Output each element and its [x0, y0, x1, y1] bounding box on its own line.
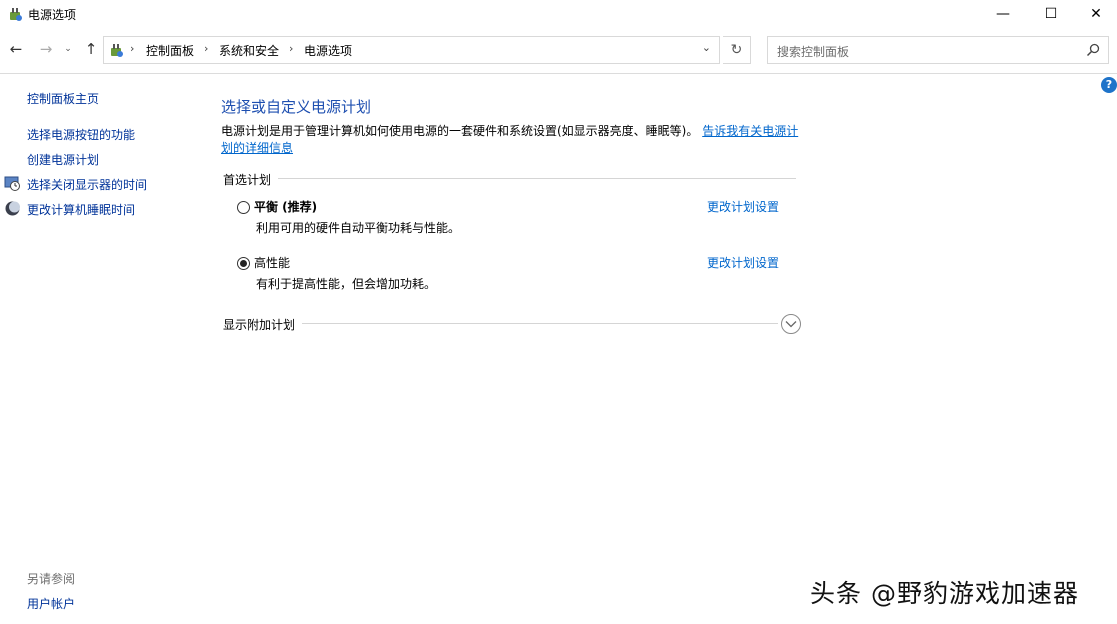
create-power-plan-link[interactable]: 创建电源计划	[27, 151, 99, 168]
breadcrumb-separator-icon: ›	[289, 42, 294, 55]
show-additional-plans-label[interactable]: 显示附加计划	[223, 316, 295, 333]
page-description: 电源计划是用于管理计算机如何使用电源的一套硬件和系统设置(如显示器亮度、睡眠等)…	[221, 123, 801, 157]
breadcrumb-separator-icon: ›	[204, 42, 209, 55]
help-button[interactable]: ?	[1101, 77, 1117, 93]
maximize-icon: ☐	[1044, 6, 1058, 22]
plan-balanced-change-settings-link[interactable]: 更改计划设置	[707, 198, 779, 215]
power-button-function-link[interactable]: 选择电源按钮的功能	[27, 126, 135, 143]
plan-high-performance-change-settings-link[interactable]: 更改计划设置	[707, 254, 779, 271]
plan-balanced-radio[interactable]	[237, 201, 250, 214]
address-dropdown-icon[interactable]: ⌄	[702, 41, 711, 54]
display-clock-icon	[4, 176, 20, 191]
window-title: 电源选项	[28, 8, 77, 22]
breadcrumb-separator-icon: ›	[130, 42, 135, 55]
search-box[interactable]: 搜索控制面板	[767, 36, 1109, 64]
toolbar-divider	[0, 73, 1117, 74]
up-button[interactable]: ↑	[81, 39, 101, 59]
description-text: 电源计划是用于管理计算机如何使用电源的一套硬件和系统设置(如显示器亮度、睡眠等)…	[221, 124, 699, 138]
preferred-plans-divider	[278, 178, 796, 179]
expand-additional-plans-button[interactable]	[781, 314, 801, 334]
watermark-text: 头条 @野豹游戏加速器	[810, 579, 1079, 608]
power-options-icon	[10, 8, 22, 21]
preferred-plans-label: 首选计划	[223, 173, 272, 187]
minimize-icon: —	[996, 6, 1010, 22]
see-also-heading: 另请参阅	[27, 572, 76, 586]
refresh-icon: ↻	[730, 42, 743, 58]
breadcrumb-power-options[interactable]: 电源选项	[304, 42, 352, 59]
close-icon: ✕	[1090, 6, 1102, 22]
plan-high-performance-radio[interactable]	[237, 257, 250, 270]
computer-sleep-time-link[interactable]: 更改计算机睡眠时间	[27, 201, 135, 218]
recent-locations-button[interactable]: ⌄	[61, 39, 75, 59]
control-panel-home-link[interactable]: 控制面板主页	[27, 90, 99, 107]
plan-high-performance-name[interactable]: 高性能	[254, 254, 290, 271]
plan-high-performance-description: 有利于提高性能，但会增加功耗。	[256, 277, 437, 291]
back-arrow-icon: ←	[9, 40, 23, 58]
plan-balanced-name[interactable]: 平衡 (推荐)	[254, 198, 317, 215]
chevron-down-icon	[785, 321, 797, 328]
sleep-moon-icon	[5, 201, 20, 216]
up-arrow-icon: ↑	[84, 40, 98, 58]
address-bar[interactable]: › 控制面板 › 系统和安全 › 电源选项 ⌄	[103, 36, 720, 64]
search-icon	[1086, 43, 1100, 57]
user-accounts-link[interactable]: 用户帐户	[27, 595, 75, 612]
maximize-button[interactable]: ☐	[1028, 0, 1074, 28]
display-off-time-link[interactable]: 选择关闭显示器的时间	[27, 176, 147, 193]
chevron-down-icon: ⌄	[64, 44, 72, 54]
breadcrumb-control-panel[interactable]: 控制面板	[146, 42, 194, 59]
refresh-button[interactable]: ↻	[723, 36, 751, 64]
close-button[interactable]: ✕	[1073, 0, 1117, 28]
forward-arrow-icon: →	[39, 40, 53, 58]
page-title: 选择或自定义电源计划	[221, 98, 372, 116]
forward-button[interactable]: →	[36, 39, 56, 59]
title-bar: 电源选项 — ☐ ✕	[0, 0, 1117, 30]
plan-balanced-description: 利用可用的硬件自动平衡功耗与性能。	[256, 221, 461, 235]
search-input[interactable]: 搜索控制面板	[777, 43, 849, 60]
minimize-button[interactable]: —	[980, 0, 1026, 28]
additional-plans-divider	[302, 323, 778, 324]
back-button[interactable]: ←	[6, 39, 26, 59]
breadcrumb-system-security[interactable]: 系统和安全	[219, 42, 279, 59]
control-panel-icon	[111, 44, 123, 57]
